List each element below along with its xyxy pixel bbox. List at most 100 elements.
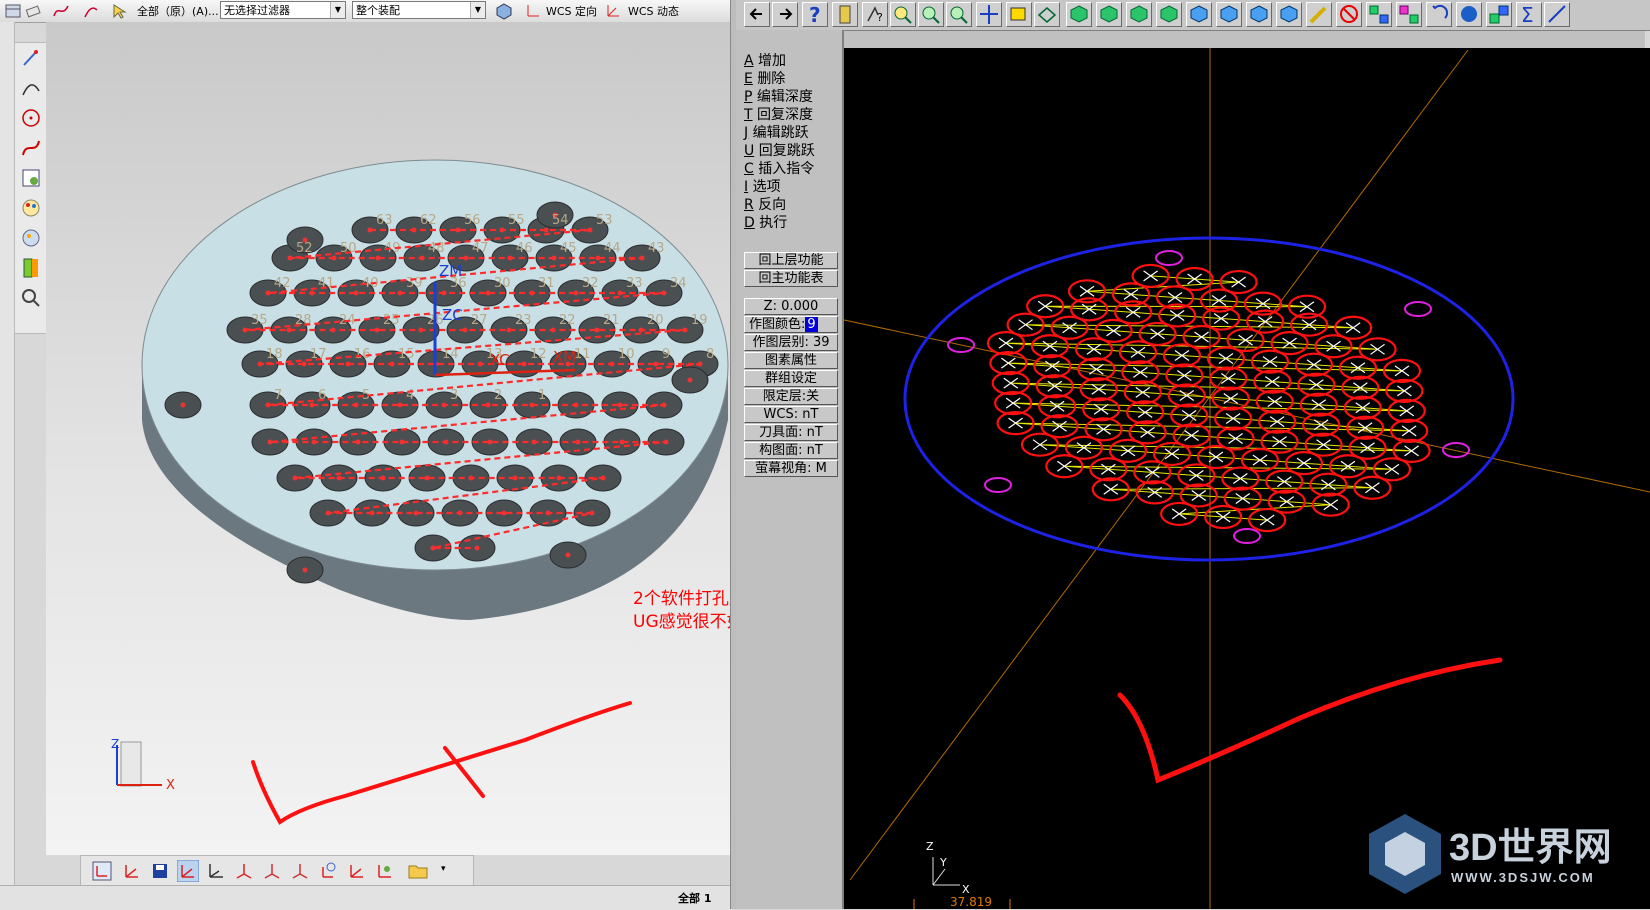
wcs-display-icon[interactable] (317, 860, 339, 882)
ug-tick-annotation (251, 701, 632, 825)
ruler-icon[interactable] (20, 257, 42, 279)
zoom-in-icon[interactable] (890, 2, 916, 27)
wcs-active-icon[interactable] (177, 860, 199, 882)
chevron-down-icon[interactable]: ▼ (470, 2, 485, 18)
ug-hole-number: 11 (574, 347, 591, 362)
cplane-top-icon[interactable] (1186, 2, 1212, 27)
assembly-combo[interactable]: 整个装配 ▼ (352, 1, 486, 19)
menu-item-insert-command[interactable]: C 插入指令 (744, 158, 814, 178)
analyze-icon[interactable]: ? (862, 2, 888, 27)
xc-axis-icon[interactable] (261, 860, 283, 882)
ug-model-canvas[interactable]: 63 62 56 55 54 5352 50 49 48 47 46 45 44 4342 41 40 39 36… (46, 22, 730, 855)
help-icon[interactable]: ? (802, 2, 828, 27)
save-wcs-icon[interactable] (149, 860, 171, 882)
tool-plane-button[interactable]: 刀具面: nT (744, 424, 838, 441)
wcs-rotate-icon[interactable] (121, 860, 143, 882)
main-menu-button[interactable]: 回主功能表 (744, 270, 838, 287)
forward-arrow-icon[interactable] (772, 2, 798, 27)
menu-item-delete[interactable]: E 删除 (744, 68, 785, 88)
wcs-dynamic-label[interactable]: WCS 动态 (628, 3, 679, 19)
menu-item-reverse[interactable]: R 反向 (744, 194, 786, 214)
zoom-fit-icon[interactable] (946, 2, 972, 27)
view-top-icon[interactable] (1066, 2, 1092, 27)
wcs-origin-icon[interactable] (91, 860, 113, 882)
hotkey: E (744, 71, 753, 87)
menu-item-options[interactable]: I 选项 (744, 176, 781, 196)
filter-combo[interactable]: 无选择过滤器 ▼ (220, 1, 346, 19)
chevron-down-icon[interactable]: ▼ (330, 2, 345, 18)
chevron-down-icon[interactable]: ▾ (441, 864, 446, 874)
wcs-tree-icon[interactable] (373, 860, 395, 882)
shade-sphere-icon[interactable] (1456, 2, 1482, 27)
wcs-orient-icon[interactable] (524, 2, 542, 20)
bezier-icon[interactable] (20, 137, 42, 159)
menu-item-edit-depth[interactable]: P 编辑深度 (744, 86, 813, 106)
pan-icon[interactable] (976, 2, 1002, 27)
menu-item-label: 编辑跳跃 (752, 125, 809, 141)
mask-level-button[interactable]: 限定层:关 (744, 388, 838, 405)
point-snap-icon[interactable] (20, 47, 42, 69)
cube-view-icon[interactable] (495, 2, 513, 20)
window-select-icon[interactable] (1006, 2, 1032, 27)
z-depth-button[interactable]: Z: 0.000 (744, 298, 838, 315)
mill-canvas[interactable]: Z Y X (844, 48, 1650, 909)
folder-icon[interactable] (407, 860, 429, 882)
group-button[interactable]: 群组设定 (744, 370, 838, 387)
ug-toolbar: 全部（原）(A)... 无选择过滤器 ▼ 整个装配 ▼ WCS 定向 WCS 动态 (0, 0, 733, 23)
undo-icon[interactable] (1426, 2, 1452, 27)
cplane-3d-icon[interactable] (1276, 2, 1302, 27)
ug-graphics-viewport[interactable]: 63 62 56 55 54 53 52 50 49 48 47 46 45 44 43 42 41 40 39 36… (46, 22, 730, 855)
wcs-orient-label[interactable]: WCS 定向 (546, 3, 597, 19)
graphics-view-button[interactable]: 萤幕视角: M (744, 460, 838, 477)
curve-tool-icon[interactable] (20, 77, 42, 99)
line-icon[interactable] (1544, 2, 1570, 27)
layer-settings-icon[interactable] (4, 2, 22, 20)
zoom-out-icon[interactable] (918, 2, 944, 27)
cplane-front-icon[interactable] (1216, 2, 1242, 27)
calculator-icon[interactable] (832, 2, 858, 27)
eraser-icon[interactable] (24, 2, 42, 20)
back-arrow-icon[interactable] (744, 2, 770, 27)
wcs-dynamic-icon[interactable] (604, 2, 622, 20)
magnifier-icon[interactable] (20, 287, 42, 309)
curve-icon[interactable] (52, 2, 70, 20)
palette-icon[interactable] (20, 197, 42, 219)
pointer-select-icon[interactable] (110, 2, 128, 20)
axis-rotate-icon[interactable] (289, 860, 311, 882)
color-button[interactable]: 作图颜色: 9 (744, 316, 838, 333)
levels-icon[interactable] (1486, 2, 1512, 27)
watermark-brand: 3D世界网 (1449, 827, 1612, 869)
mill-graphics-viewport[interactable]: Z Y X (844, 48, 1650, 909)
pencil-icon[interactable] (1306, 2, 1332, 27)
level-button[interactable]: 作图层别: 39 (744, 334, 838, 351)
delete-entity-icon[interactable] (1336, 2, 1362, 27)
menu-item-edit-jump[interactable]: J 编辑跳跃 (744, 122, 809, 142)
layout-icon[interactable] (1366, 2, 1392, 27)
view-front-icon[interactable] (1096, 2, 1122, 27)
ug-hole-number: 45 (560, 241, 577, 256)
rotate-3d-icon[interactable] (1034, 2, 1060, 27)
cplane-side-icon[interactable] (1246, 2, 1272, 27)
spline-icon[interactable] (82, 2, 100, 20)
sigma-icon[interactable]: Σ (1516, 2, 1542, 27)
wcs-button[interactable]: WCS: nT (744, 406, 838, 423)
grid-view-icon[interactable] (20, 167, 42, 189)
menu-item-restore-jump[interactable]: U 回复跳跃 (744, 140, 815, 160)
wcs-set-icon[interactable] (345, 860, 367, 882)
transform-icon[interactable] (1396, 2, 1422, 27)
csys-icon[interactable] (205, 860, 227, 882)
attributes-button[interactable]: 图素属性 (744, 352, 838, 369)
menu-item-execute[interactable]: D 执行 (744, 212, 787, 232)
paint-icon[interactable] (20, 227, 42, 249)
circle-center-icon[interactable] (20, 107, 42, 129)
xc-yc-icon[interactable] (233, 860, 255, 882)
selection-scope-label[interactable]: 全部（原）(A)... (137, 3, 219, 19)
construction-plane-button[interactable]: 构图面: nT (744, 442, 838, 459)
ug-hole-number: 7 (274, 388, 282, 403)
view-side-icon[interactable] (1126, 2, 1152, 27)
back-button[interactable]: 回上层功能 (744, 252, 838, 269)
hotkey: R (744, 197, 754, 213)
menu-item-restore-depth[interactable]: T 回复深度 (744, 104, 813, 124)
view-iso-icon[interactable] (1156, 2, 1182, 27)
menu-item-add[interactable]: A 增加 (744, 50, 786, 70)
